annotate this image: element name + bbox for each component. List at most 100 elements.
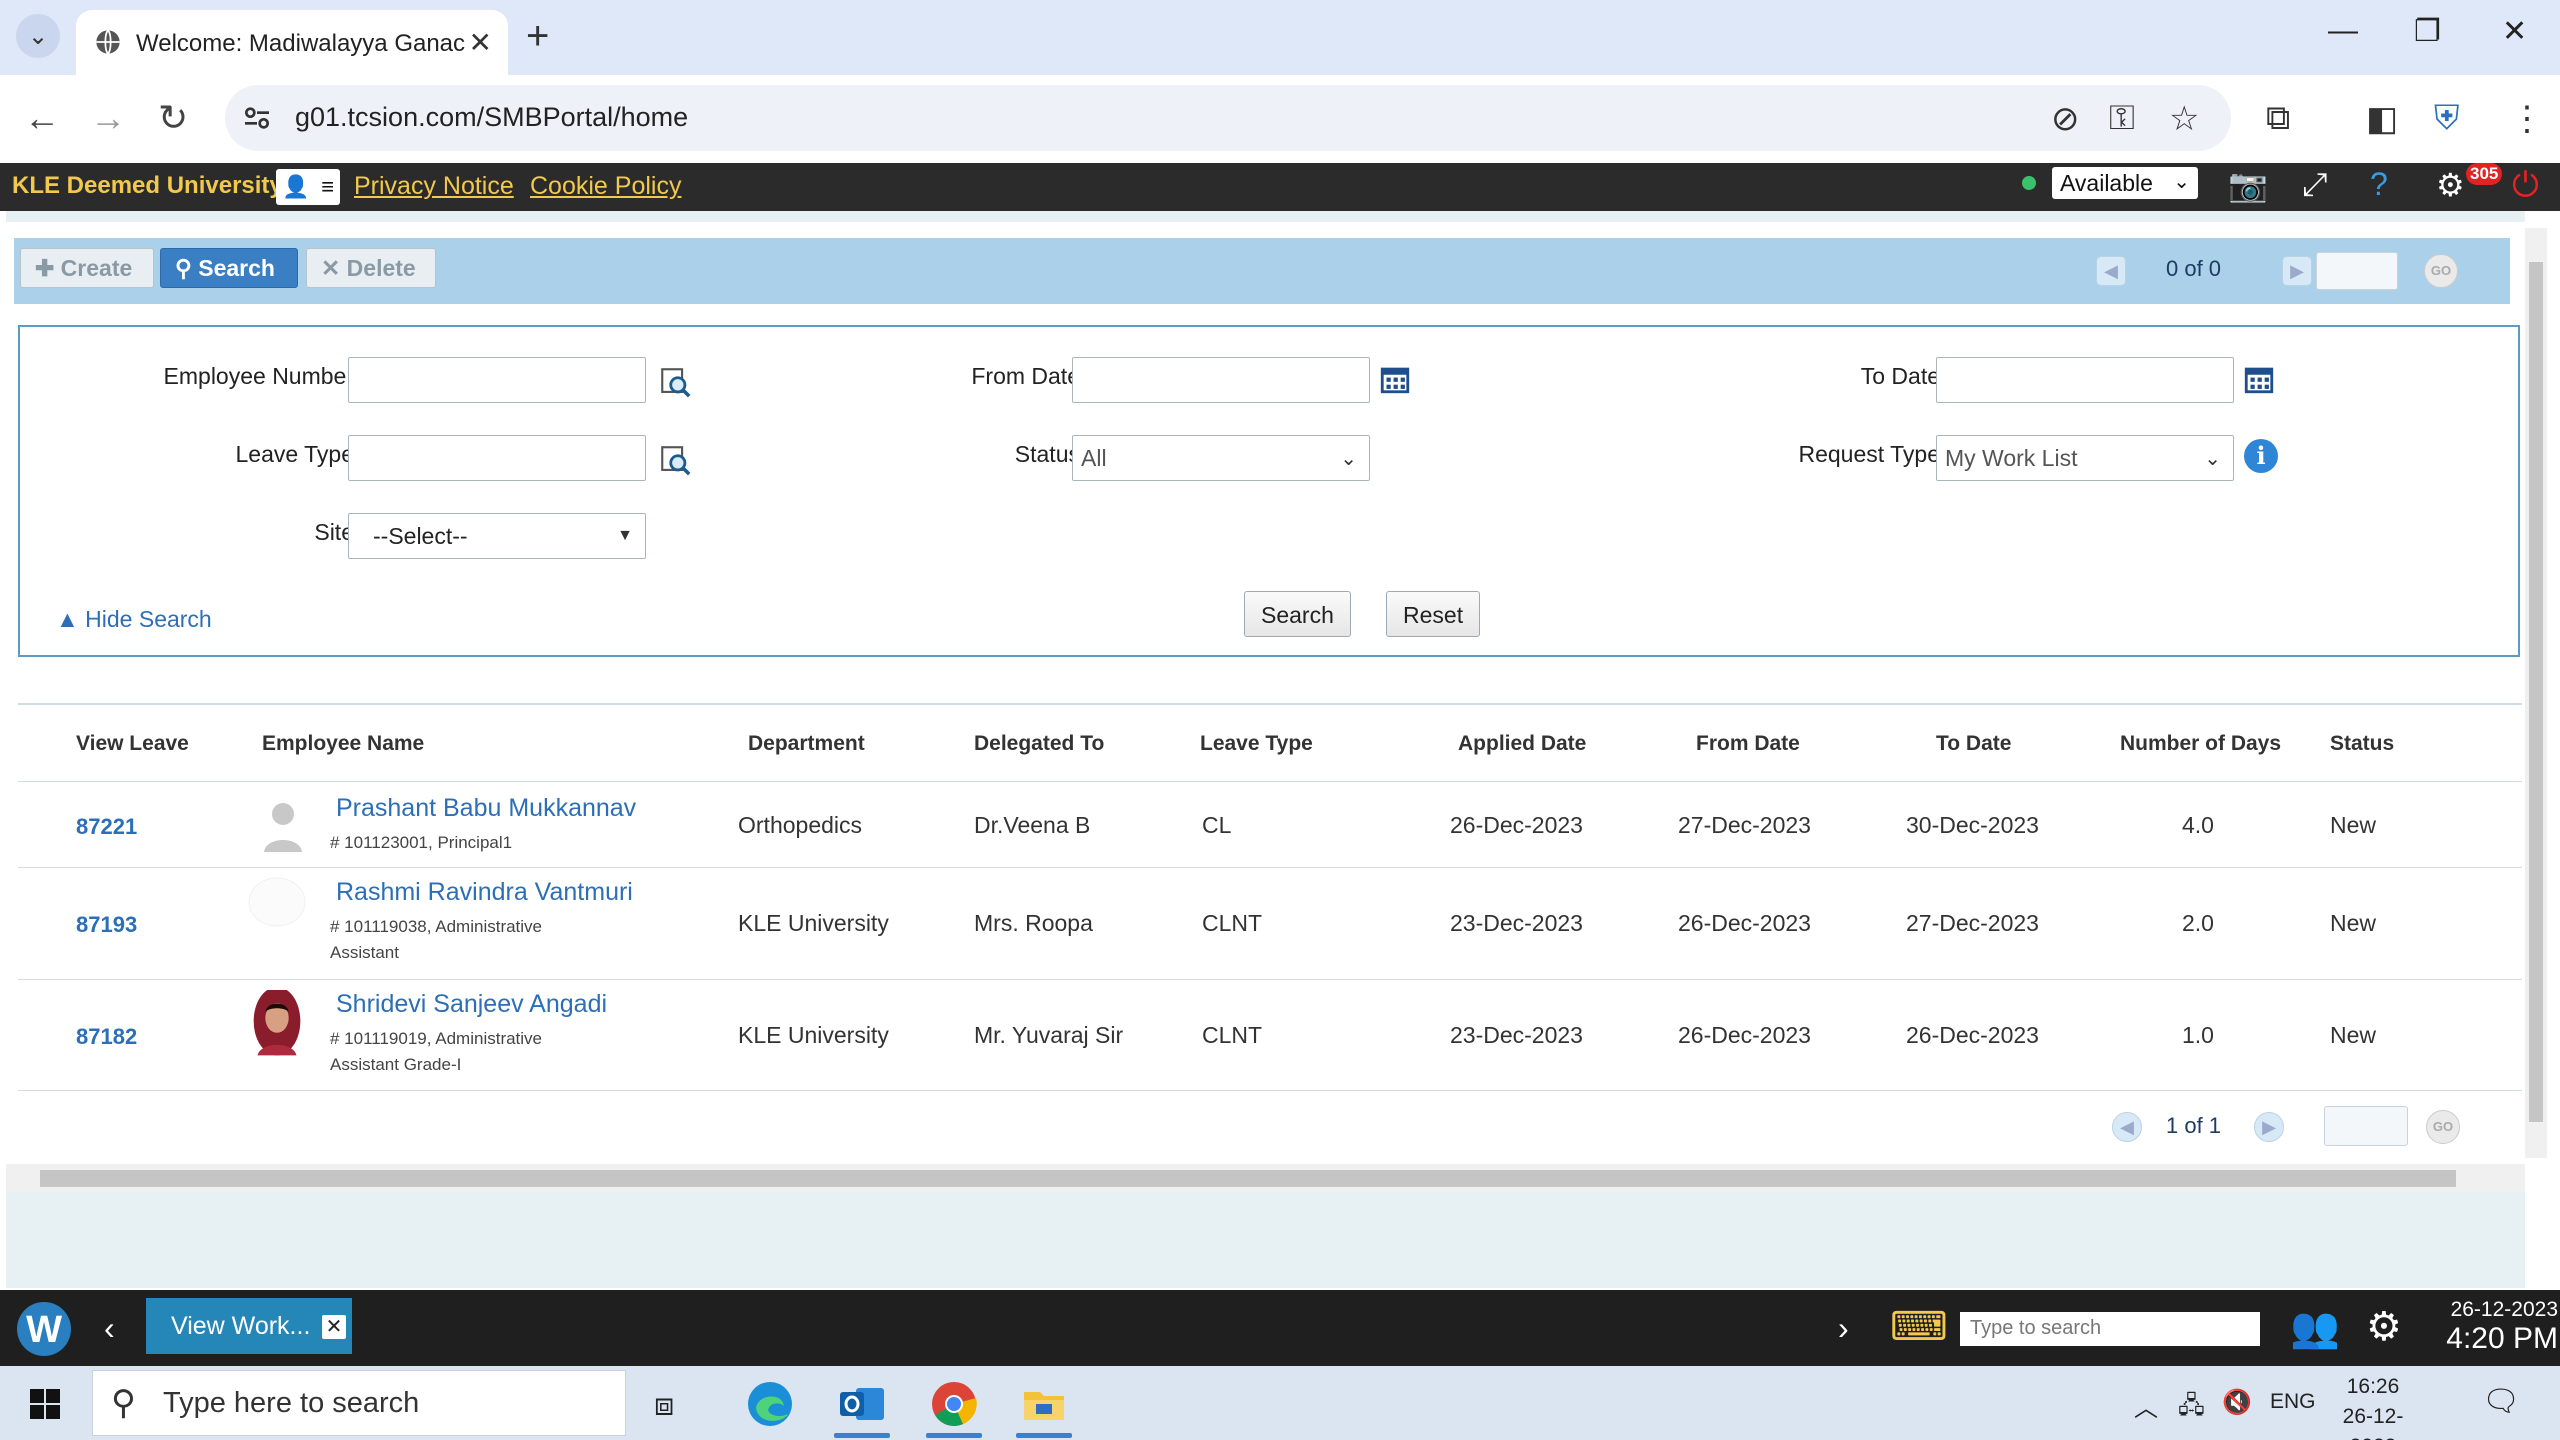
window-close-icon[interactable]: ✕ [2502,14,2527,49]
file-explorer-icon[interactable] [1016,1376,1072,1438]
notification-center-icon[interactable]: 🗨 [2482,1384,2520,1419]
site-select[interactable]: --Select-- ▼ [348,513,646,559]
search-button[interactable]: ⚲ Search [160,248,298,288]
vertical-scrollbar[interactable] [2525,228,2547,1158]
chrome-icon[interactable] [926,1376,982,1438]
leave-type-input[interactable] [348,435,646,481]
address-bar[interactable]: g01.tcsion.com/SMBPortal/home ⊘ ⚿ ☆ [225,85,2231,151]
chevron-up-icon[interactable]: ︿ [2134,1388,2158,1423]
column-header[interactable]: Number of Days [2120,732,2281,756]
language-indicator[interactable]: ENG [2270,1390,2316,1414]
employee-name-link[interactable]: Prashant Babu Mukkannav [336,794,636,823]
chevron-left-icon[interactable]: ‹ [104,1310,115,1347]
view-leave-link[interactable]: 87221 [76,814,137,840]
lookup-icon[interactable] [658,443,692,477]
availability-select[interactable]: Available ⌄ [2052,167,2198,199]
prev-page-icon[interactable]: ◀ [2096,256,2126,286]
column-header[interactable]: Applied Date [1458,732,1586,756]
profile-icon[interactable]: ⛨ [2434,99,2460,138]
view-work-label: View Work... [171,1312,311,1340]
next-page-icon[interactable]: ▶ [2254,1112,2284,1142]
to-date-input[interactable] [1936,357,2234,403]
column-header[interactable]: Department [748,732,865,756]
view-leave-link[interactable]: 87193 [76,912,137,938]
taskbar-clock[interactable]: 16:26 26-12-2023 [2328,1372,2418,1440]
delete-button[interactable]: ✕ Delete [306,248,436,288]
search-submit-button[interactable]: Search [1244,591,1351,637]
table-row[interactable]: 87182 Shridevi Sanjeev Angadi # 10111901… [18,979,2522,1091]
hide-search-link[interactable]: ▲ Hide Search [56,606,212,633]
column-header[interactable]: Leave Type [1200,732,1313,756]
status-select[interactable]: All ⌄ [1072,435,1370,481]
privacy-notice-link[interactable]: Privacy Notice [354,172,514,201]
column-header[interactable]: Status [2330,732,2394,756]
taskbar-search[interactable]: ⚲ Type here to search [92,1370,626,1436]
top-page-input[interactable] [2316,252,2398,290]
chatbot-icon[interactable]: ⌨ [1890,1304,1948,1350]
view-work-tab[interactable]: View Work... ✕ [146,1298,352,1354]
scroll-thumb[interactable] [40,1170,2456,1187]
scroll-thumb[interactable] [2529,262,2543,1122]
edge-icon[interactable] [742,1376,798,1432]
volume-mute-icon[interactable]: 🔇 [2222,1388,2252,1417]
reset-button[interactable]: Reset [1386,591,1481,637]
eye-off-icon[interactable]: ⊘ [2051,99,2080,139]
calendar-icon[interactable] [1378,361,1412,397]
top-go-button[interactable]: GO [2424,254,2458,288]
calendar-icon[interactable] [2242,361,2276,397]
help-icon[interactable]: ? [2370,166,2388,203]
close-tab-icon[interactable]: ✕ [469,26,492,59]
next-page-icon[interactable]: ▶ [2282,256,2312,286]
extensions-icon[interactable]: ⧉ [2266,99,2290,138]
network-icon[interactable]: 🖧 [2178,1388,2205,1429]
browser-tab[interactable]: Welcome: Madiwalayya Ganach ✕ [76,10,508,75]
close-icon[interactable]: ✕ [322,1315,346,1339]
site-info-icon[interactable] [241,102,273,134]
reload-icon[interactable]: ↻ [158,97,188,139]
outlook-icon[interactable] [834,1376,890,1438]
camera-icon[interactable]: 📷 [2228,166,2268,204]
employee-name-link[interactable]: Shridevi Sanjeev Angadi [336,990,607,1019]
logout-icon[interactable]: ⏻ [2512,166,2539,205]
column-header[interactable]: Employee Name [262,732,424,756]
windows-start-icon[interactable] [30,1389,60,1419]
team-icon[interactable]: 👥 [2290,1304,2340,1351]
w-logo-icon[interactable]: W [12,1300,76,1358]
bottom-go-button[interactable]: GO [2426,1110,2460,1144]
table-row[interactable]: 87221 Prashant Babu Mukkannav # 10112300… [18,781,2522,867]
employee-number-input[interactable] [348,357,646,403]
view-leave-link[interactable]: 87182 [76,1024,137,1050]
info-icon[interactable]: i [2244,439,2278,473]
table-row[interactable]: 87193 Rashmi Ravindra Vantmuri # 1011190… [18,867,2522,979]
menu-icon[interactable]: ⋮ [2510,99,2544,139]
horizontal-scrollbar[interactable] [6,1164,2525,1192]
employee-name-link[interactable]: Rashmi Ravindra Vantmuri [336,878,633,907]
forward-icon[interactable]: → [90,97,126,139]
create-button[interactable]: ✚ Create [20,248,154,288]
restore-icon[interactable]: ❐ [2414,14,2441,49]
side-panel-icon[interactable]: ◧ [2366,99,2398,139]
cookie-policy-link[interactable]: Cookie Policy [530,172,681,201]
fullscreen-icon[interactable]: ⤢ [2302,166,2328,204]
portal-search-input[interactable]: Type to search [1960,1312,2260,1346]
column-header[interactable]: To Date [1936,732,2011,756]
request-type-select[interactable]: My Work List ⌄ [1936,435,2234,481]
tab-list-button[interactable]: ⌄ [16,14,60,58]
back-icon[interactable]: ← [24,97,60,139]
prev-page-icon[interactable]: ◀ [2112,1112,2142,1142]
key-icon[interactable]: ⚿ [2109,99,2135,138]
id-card-icon[interactable]: 👤 ≡ [276,169,340,205]
column-header[interactable]: From Date [1696,732,1800,756]
chevron-right-icon[interactable]: › [1838,1310,1849,1347]
new-tab-button[interactable]: + [526,14,549,59]
bottom-page-input[interactable] [2324,1106,2408,1146]
lookup-icon[interactable] [658,365,692,399]
notification-icon[interactable]: ⚙ [2436,166,2465,204]
column-header[interactable]: Delegated To [974,732,1104,756]
minimize-icon[interactable]: — [2328,14,2358,48]
column-header[interactable]: View Leave [76,732,189,756]
star-icon[interactable]: ☆ [2169,99,2199,139]
from-date-input[interactable] [1072,357,1370,403]
task-view-icon[interactable]: ⧈ [654,1386,674,1424]
gear-icon[interactable]: ⚙ [2366,1304,2402,1350]
